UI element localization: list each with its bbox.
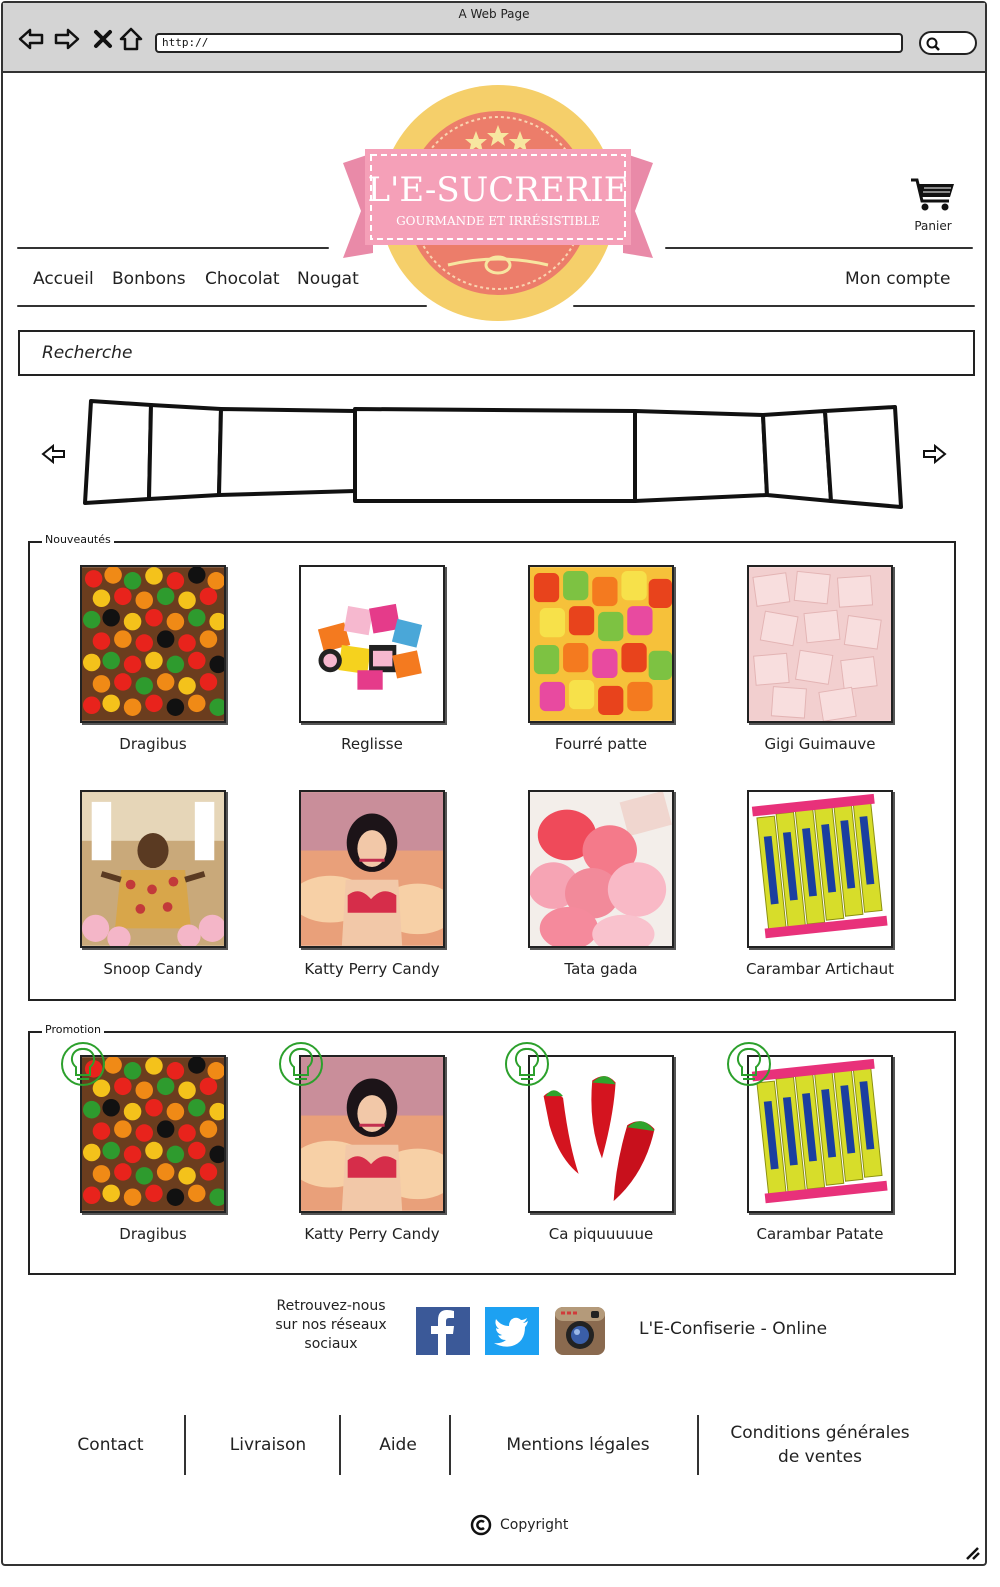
footer-divider xyxy=(449,1415,451,1475)
menu-item-bonbons[interactable]: Bonbons xyxy=(112,269,186,289)
search-input[interactable] xyxy=(20,332,973,374)
product-image xyxy=(80,565,226,723)
back-icon[interactable] xyxy=(17,25,45,53)
product-card[interactable]: Katty Perry Candy xyxy=(287,790,457,978)
social-caption: Retrouvez-nous sur nos réseaux sociaux xyxy=(275,1298,387,1352)
site-logo[interactable]: L'E-SUCRERIE GOURMANDE ET IRRÉSISTIBLE xyxy=(343,83,653,327)
product-name: Gigi Guimauve xyxy=(764,735,876,753)
promotion-panel: Promotion Dragibus Katty Perry Candy Ca … xyxy=(28,1023,956,1275)
product-name: Dragibus xyxy=(119,735,187,753)
footer-link-aide[interactable]: Aide xyxy=(368,1433,428,1457)
logo-subtitle: GOURMANDE ET IRRÉSISTIBLE xyxy=(396,213,600,228)
account-link[interactable]: Mon compte xyxy=(845,269,950,289)
search-box xyxy=(18,330,975,376)
browser-window: A Web Page http:// L'E-SUCRERIE GOURMAND… xyxy=(1,1,987,1566)
browser-search-field[interactable] xyxy=(919,31,977,55)
product-name: Carambar Artichaut xyxy=(745,960,895,978)
footer-link-livraison[interactable]: Livraison xyxy=(218,1433,318,1457)
product-card[interactable]: Reglisse xyxy=(287,565,457,753)
jelly-beans-image xyxy=(82,567,224,721)
product-image xyxy=(299,790,445,948)
logo-title: L'E-SUCRERIE xyxy=(367,170,628,210)
katy-photo-image xyxy=(301,792,443,946)
carambar-image xyxy=(749,792,891,946)
product-name: Katty Perry Candy xyxy=(304,1225,440,1243)
menu-item-chocolat[interactable]: Chocolat xyxy=(205,269,280,289)
instagram-icon[interactable] xyxy=(553,1307,607,1355)
licorice-image xyxy=(301,567,443,721)
chili-candy-image xyxy=(530,1057,672,1211)
nouveautes-panel: Nouveautés Dragibus Reglisse Fourré patt… xyxy=(28,533,956,1001)
product-name: Reglisse xyxy=(341,735,403,753)
lightbulb-icon xyxy=(505,1042,549,1086)
marshmallow-image xyxy=(749,567,891,721)
product-card[interactable]: Tata gada xyxy=(516,790,686,978)
product-image xyxy=(528,565,674,723)
header-rule xyxy=(17,247,329,249)
search-icon xyxy=(926,37,940,51)
copyright: Copyright xyxy=(470,1514,568,1536)
cart-icon xyxy=(911,178,954,211)
copyright-icon xyxy=(470,1514,492,1536)
window-title: A Web Page xyxy=(458,7,530,21)
browser-chrome: A Web Page http:// xyxy=(3,3,985,73)
product-name: Dragibus xyxy=(119,1225,187,1243)
product-card[interactable]: Gigi Guimauve xyxy=(735,565,905,753)
lightbulb-icon xyxy=(279,1042,323,1086)
product-name: Katty Perry Candy xyxy=(304,960,440,978)
twitter-icon[interactable] xyxy=(485,1307,539,1355)
lightbulb-icon xyxy=(61,1042,105,1086)
lightbulb-icon xyxy=(727,1042,771,1086)
product-name: Fourré patte xyxy=(554,735,648,753)
home-icon[interactable] xyxy=(117,25,145,53)
product-image xyxy=(80,790,226,948)
cart-button[interactable]: Panier xyxy=(905,177,961,233)
menu-item-nougat[interactable]: Nougat xyxy=(297,269,359,289)
url-bar[interactable]: http:// xyxy=(155,33,903,53)
carousel xyxy=(33,391,963,521)
product-card[interactable]: Fourré patte xyxy=(516,565,686,753)
menu-item-accueil[interactable]: Accueil xyxy=(33,269,94,289)
close-icon[interactable] xyxy=(89,25,117,53)
brand-name: L'E-Confiserie - Online xyxy=(639,1319,828,1339)
resize-handle-icon[interactable] xyxy=(965,1546,981,1560)
product-card[interactable]: Snoop Candy xyxy=(68,790,238,978)
forward-icon[interactable] xyxy=(53,25,81,53)
product-card[interactable]: Carambar Artichaut xyxy=(735,790,905,978)
carousel-slides[interactable] xyxy=(79,391,909,521)
product-image xyxy=(747,565,893,723)
product-name: Snoop Candy xyxy=(103,960,203,978)
product-image xyxy=(299,565,445,723)
footer-link-contact[interactable]: Contact xyxy=(63,1433,158,1457)
promotion-legend: Promotion xyxy=(42,1023,104,1036)
footer-link-cgv[interactable]: Conditions générales de ventes xyxy=(715,1421,925,1469)
product-image xyxy=(528,790,674,948)
product-name: Ca piquuuuue xyxy=(548,1225,654,1243)
fruit-candy-image xyxy=(530,567,672,721)
product-image xyxy=(747,790,893,948)
facebook-icon[interactable] xyxy=(416,1307,470,1355)
footer-divider xyxy=(184,1415,186,1475)
arrow-right-icon[interactable] xyxy=(921,443,947,465)
nouveautes-legend: Nouveautés xyxy=(42,533,114,546)
product-name: Tata gada xyxy=(564,960,638,978)
arrow-left-icon[interactable] xyxy=(41,443,67,465)
footer-divider xyxy=(339,1415,341,1475)
product-card[interactable]: Dragibus xyxy=(68,565,238,753)
footer-link-mentions[interactable]: Mentions légales xyxy=(493,1433,663,1457)
header-rule xyxy=(665,247,973,249)
pink-tagada-image xyxy=(530,792,672,946)
cart-label: Panier xyxy=(914,219,952,233)
product-name: Carambar Patate xyxy=(756,1225,884,1243)
footer-divider xyxy=(697,1415,699,1475)
snoop-photo-image xyxy=(82,792,224,946)
